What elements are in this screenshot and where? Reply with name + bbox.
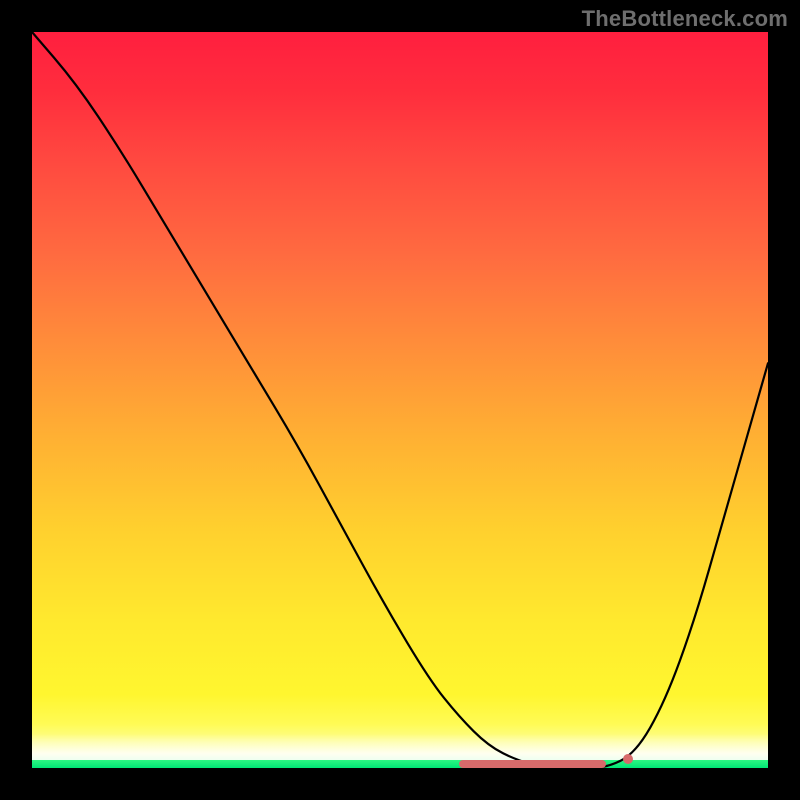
chart-green-edge — [32, 760, 768, 768]
chart-area — [32, 32, 768, 768]
optimal-range-marker — [459, 760, 606, 768]
chart-background-gradient — [32, 32, 768, 768]
watermark-label: TheBottleneck.com — [582, 6, 788, 32]
